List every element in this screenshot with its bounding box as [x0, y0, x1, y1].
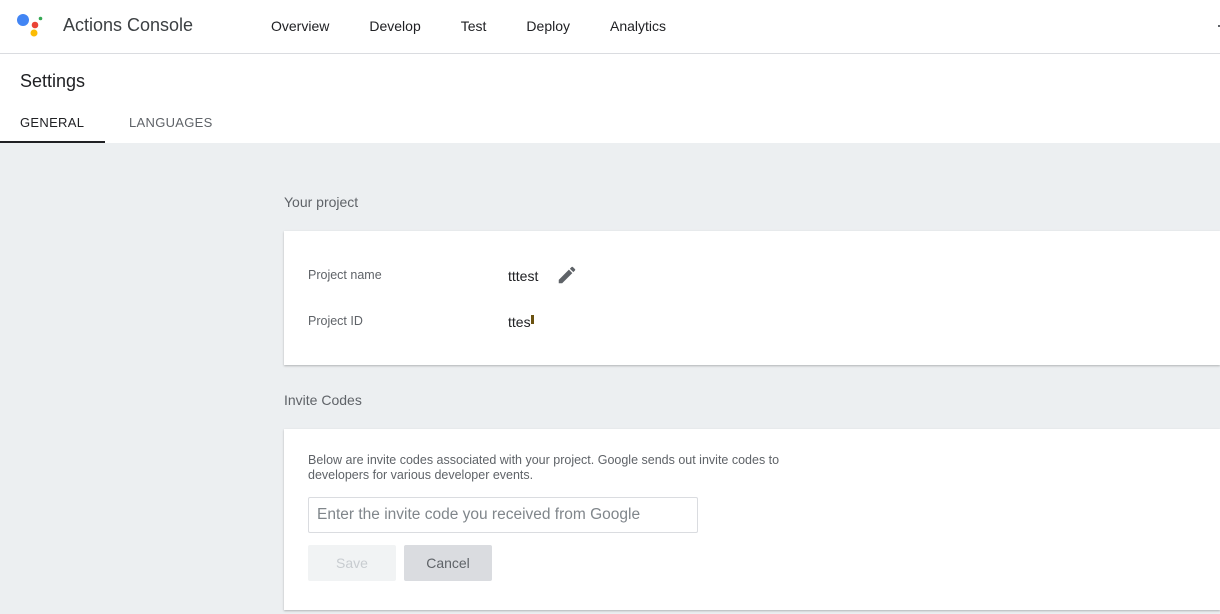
- nav-develop[interactable]: Develop: [369, 18, 420, 34]
- nav-analytics[interactable]: Analytics: [610, 18, 666, 34]
- settings-tabs: GENERAL LANGUAGES: [0, 104, 1220, 143]
- invite-codes-heading: Invite Codes: [284, 392, 362, 408]
- pencil-icon[interactable]: [556, 264, 578, 286]
- page-title: Settings: [20, 71, 86, 91]
- project-id-value: ttes: [508, 314, 531, 330]
- project-name-value: tttest: [508, 268, 539, 284]
- project-name-label: Project name: [308, 268, 382, 282]
- project-card: Project name tttest Project ID ttes: [284, 231, 1220, 365]
- text-cursor-icon: [530, 315, 534, 324]
- settings-content: Your project Project name tttest Project…: [0, 143, 1220, 614]
- google-assistant-logo-icon[interactable]: [16, 13, 44, 37]
- nav-deploy[interactable]: Deploy: [526, 18, 570, 34]
- project-id-field: ttes: [508, 314, 534, 330]
- invite-description: Below are invite codes associated with y…: [308, 453, 780, 482]
- top-app-bar: Actions Console Overview Develop Test De…: [0, 0, 1220, 54]
- app-title: Actions Console: [63, 15, 194, 35]
- nav-test[interactable]: Test: [461, 18, 487, 34]
- project-id-label: Project ID: [308, 314, 363, 328]
- save-button[interactable]: Save: [308, 545, 396, 581]
- cancel-button[interactable]: Cancel: [404, 545, 492, 581]
- your-project-heading: Your project: [284, 194, 359, 210]
- invite-codes-card: Below are invite codes associated with y…: [284, 429, 1220, 610]
- tab-languages[interactable]: LANGUAGES: [129, 115, 213, 130]
- tab-general[interactable]: GENERAL: [20, 115, 84, 130]
- invite-code-input[interactable]: [308, 497, 698, 533]
- nav-overview[interactable]: Overview: [271, 18, 329, 34]
- main-nav: Overview Develop Test Deploy Analytics: [271, 18, 706, 34]
